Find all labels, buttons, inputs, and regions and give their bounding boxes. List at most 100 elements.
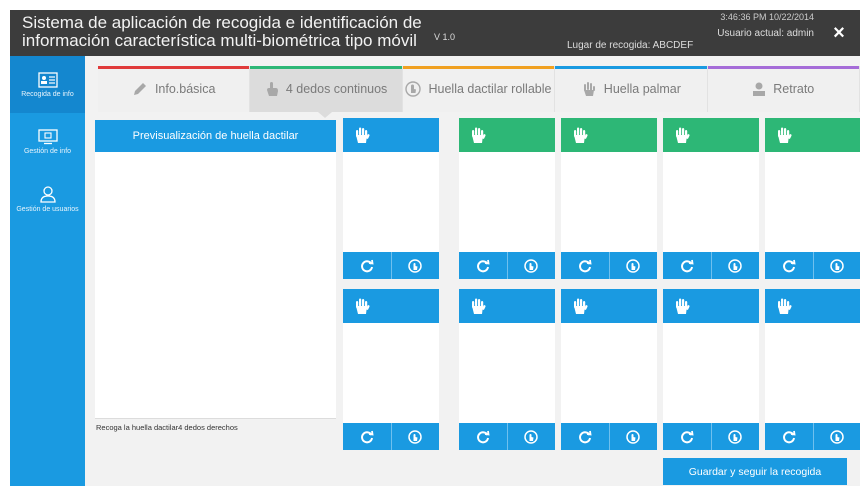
main-content: Info.básica 4 dedos continuos Huella dac… (85, 56, 860, 486)
finger-capture-card (459, 289, 555, 450)
finger-card-header (459, 289, 555, 323)
palm-icon (583, 82, 595, 96)
tab-bar: Info.básica 4 dedos continuos Huella dac… (98, 66, 860, 118)
sidebar-item-info-collection[interactable]: Recogida de info (10, 56, 91, 113)
recapture-button[interactable] (459, 423, 507, 450)
tab-rolled-fingerprint[interactable]: Huella dactilar rollable (402, 66, 556, 112)
finger-card-actions (663, 423, 759, 450)
finger-card-header (343, 118, 439, 152)
finger-capture-card (561, 289, 657, 450)
tab-basic-info[interactable]: Info.básica (98, 66, 251, 112)
finger-card-header (343, 289, 439, 323)
hand-icon (356, 298, 370, 314)
hand-icon (472, 298, 486, 314)
tab-label: Info.básica (154, 82, 216, 96)
capture-icon (830, 429, 844, 444)
capture-button[interactable] (506, 252, 556, 279)
hand-icon (574, 127, 588, 143)
recapture-button[interactable] (765, 423, 813, 450)
capture-icon (408, 429, 422, 444)
recapture-button[interactable] (663, 423, 711, 450)
tab-label: 4 dedos continuos (285, 82, 388, 96)
finger-card-header (561, 118, 657, 152)
collection-location: Lugar de recogida: ABCDEF (567, 40, 694, 51)
refresh-icon (680, 430, 694, 443)
current-user: Usuario actual: admin (717, 28, 814, 39)
instruction-text: Recoga la huella dactilar4 dedos derecho… (96, 423, 238, 432)
app-title: Sistema de aplicación de recogida e iden… (22, 14, 422, 50)
tab-label: Huella palmar (603, 82, 681, 96)
sidebar: Recogida de info Gestión de info Gestión… (10, 56, 91, 486)
finger-card-actions (459, 252, 555, 279)
hand-icon (778, 127, 792, 143)
close-button[interactable]: × (826, 20, 852, 46)
recapture-button[interactable] (343, 252, 391, 279)
finger-capture-card (343, 118, 439, 279)
finger-card-actions (561, 252, 657, 279)
finger-card-actions (343, 423, 439, 450)
preview-footer: Recoga la huella dactilar4 dedos derecho… (95, 418, 336, 472)
finger-card-header (765, 289, 860, 323)
finger-capture-card (663, 118, 759, 279)
capture-icon (626, 258, 640, 273)
recapture-button[interactable] (561, 423, 609, 450)
sidebar-item-info-management[interactable]: Gestión de info (10, 113, 85, 170)
recapture-button[interactable] (343, 423, 391, 450)
finger-card-actions (561, 423, 657, 450)
finger-card-actions (765, 423, 860, 450)
person-icon (753, 82, 766, 96)
capture-button[interactable] (390, 423, 440, 450)
capture-icon (524, 429, 538, 444)
capture-button[interactable] (608, 252, 658, 279)
capture-icon (728, 258, 742, 273)
sidebar-item-user-management[interactable]: Gestión de usuarios (10, 170, 85, 227)
finger-capture-card (343, 289, 439, 450)
hand-icon (472, 127, 486, 143)
capture-button[interactable] (608, 423, 658, 450)
sidebar-item-label: Gestión de usuarios (16, 205, 79, 213)
user-icon (39, 185, 56, 203)
finger-card-actions (765, 252, 860, 279)
refresh-icon (782, 430, 796, 443)
capture-button[interactable] (812, 423, 860, 450)
capture-button[interactable] (812, 252, 860, 279)
app-title-line-1: Sistema de aplicación de recogida e iden… (22, 13, 422, 32)
capture-button[interactable] (390, 252, 440, 279)
tab-four-fingers[interactable]: 4 dedos continuos (250, 66, 403, 118)
finger-card-header (459, 118, 555, 152)
finger-card-actions (459, 423, 555, 450)
tab-palm-print[interactable]: Huella palmar (555, 66, 708, 112)
tab-portrait[interactable]: Retrato (707, 66, 860, 112)
refresh-icon (476, 430, 490, 443)
tab-color-bar (555, 66, 707, 69)
finger-card-actions (343, 252, 439, 279)
refresh-icon (680, 259, 694, 272)
capture-icon (524, 258, 538, 273)
refresh-icon (578, 430, 592, 443)
fingerprint-preview-panel: Previsualización de huella dactilar (95, 120, 336, 420)
capture-button[interactable] (710, 423, 760, 450)
capture-icon (728, 429, 742, 444)
capture-button[interactable] (506, 423, 556, 450)
save-and-continue-button[interactable]: Guardar y seguir la recogida (663, 458, 847, 485)
recapture-button[interactable] (561, 252, 609, 279)
preview-title: Previsualización de huella dactilar (95, 120, 336, 152)
sidebar-item-label: Gestión de info (23, 147, 72, 155)
recapture-button[interactable] (663, 252, 711, 279)
refresh-icon (476, 259, 490, 272)
capture-button[interactable] (710, 252, 760, 279)
capture-icon (408, 258, 422, 273)
title-bar: Sistema de aplicación de recogida e iden… (10, 10, 860, 56)
finger-card-header (663, 289, 759, 323)
tab-color-bar (707, 66, 859, 69)
recapture-button[interactable] (765, 252, 813, 279)
refresh-icon (360, 259, 374, 272)
refresh-icon (782, 259, 796, 272)
finger-card-actions (663, 252, 759, 279)
rolled-finger-icon (405, 81, 422, 97)
tab-color-bar (98, 66, 250, 69)
recapture-button[interactable] (459, 252, 507, 279)
finger-card-header (765, 118, 860, 152)
tab-color-bar (250, 66, 402, 69)
tab-label: Huella dactilar rollable (428, 82, 552, 96)
